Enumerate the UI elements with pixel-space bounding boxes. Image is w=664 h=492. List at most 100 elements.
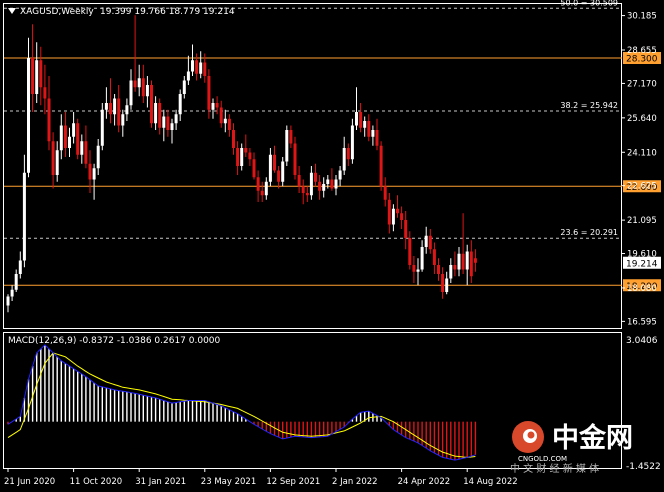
candle: [178, 89, 182, 121]
chart-svg[interactable]: 50.0 = 30.50938.2 = 25.94223.6 = 20.291 …: [0, 0, 664, 488]
candle-body: [18, 260, 22, 274]
candle-body: [240, 148, 244, 166]
candle-body: [375, 130, 379, 146]
candle: [379, 141, 383, 191]
candle: [121, 109, 125, 137]
candle-body: [322, 184, 326, 191]
candle-body: [400, 213, 404, 220]
candle: [27, 37, 30, 178]
candle: [449, 258, 453, 283]
candle: [424, 226, 428, 254]
candle-body: [441, 274, 445, 292]
candle: [14, 269, 18, 292]
candle-body: [457, 253, 461, 270]
candle-body: [309, 172, 313, 196]
candle-body: [314, 172, 317, 182]
ohlc-header: 19.399 19.766 18.779 19.214: [100, 7, 235, 17]
candle-body: [182, 80, 186, 94]
candle: [39, 46, 43, 106]
candle: [453, 251, 457, 277]
candle: [408, 231, 412, 270]
candle-body: [359, 112, 363, 128]
candle: [260, 181, 264, 202]
candle: [158, 98, 162, 135]
candle: [43, 64, 47, 115]
candle: [297, 166, 301, 193]
price-tick-label: 25.640: [627, 114, 657, 124]
candle: [92, 163, 96, 200]
candle: [191, 44, 194, 76]
price-tick-label: 28.655: [627, 46, 657, 56]
candle-body: [432, 249, 436, 265]
candle: [412, 256, 416, 283]
candle: [334, 175, 338, 196]
candle: [186, 55, 190, 85]
candle: [236, 141, 240, 175]
symbol-dropdown-icon[interactable]: [8, 8, 16, 14]
time-tick-label: 2 Jan 2022: [332, 477, 378, 487]
time-tick-label: 21 Jun 2020: [4, 477, 55, 487]
candle: [51, 132, 55, 189]
candle-body: [92, 168, 96, 180]
candle: [182, 76, 186, 99]
candle-body: [84, 141, 88, 164]
candle-body: [72, 123, 76, 137]
candles: [6, 15, 477, 313]
candle-body: [334, 179, 338, 189]
candle-body: [170, 123, 174, 130]
macd-histogram: [7, 344, 477, 461]
candle: [264, 177, 268, 200]
candle: [240, 143, 244, 171]
candle-body: [326, 179, 330, 184]
candle: [396, 195, 399, 218]
candle-body: [396, 208, 399, 214]
candle-body: [342, 148, 346, 171]
candle: [76, 118, 80, 160]
candle-body: [113, 98, 117, 115]
candle-body: [346, 148, 350, 160]
cngold-slogan: 中 文 财 经 新 媒 体: [510, 462, 599, 475]
candle-body: [39, 60, 43, 88]
time-tick-label: 12 Sep 2021: [266, 477, 320, 487]
symbol-header: XAGUSD,Weekly: [20, 7, 94, 17]
candle-body: [449, 265, 453, 279]
candle-body: [195, 60, 199, 74]
candle: [68, 127, 71, 157]
candle: [96, 139, 100, 175]
price-tick-label: 21.095: [627, 216, 657, 226]
horizontal-levels: 28.30022.60018.200: [4, 52, 661, 292]
candle-body: [244, 148, 248, 153]
time-tick-label: 31 Jan 2021: [135, 477, 186, 487]
candle-body: [379, 145, 383, 187]
candle-body: [297, 175, 301, 187]
candle: [174, 109, 178, 130]
candle-body: [404, 220, 408, 238]
candle: [322, 177, 326, 198]
cngold-brand: 中金网: [552, 422, 633, 454]
candle: [314, 163, 317, 187]
candle-body: [10, 289, 14, 297]
candle-body: [76, 123, 80, 155]
price-tick-label: 30.185: [627, 12, 657, 22]
chart-window[interactable]: 50.0 = 30.509 38.2 = 25.942 23.6 = 20.291 …: [0, 0, 664, 488]
candle-body: [88, 163, 92, 180]
candle: [437, 258, 440, 281]
candle-body: [162, 116, 166, 128]
candle: [256, 170, 260, 202]
candle-body: [461, 253, 465, 270]
candle-body: [273, 154, 276, 171]
candle-body: [387, 199, 391, 225]
candle-body: [350, 125, 354, 160]
candle: [117, 85, 121, 133]
candle-body: [277, 170, 281, 182]
candle: [223, 109, 227, 133]
candle: [293, 136, 297, 180]
candle: [432, 242, 436, 274]
candle: [268, 148, 272, 187]
candle-body: [338, 170, 342, 180]
candle-body: [363, 121, 367, 128]
candle: [219, 100, 223, 128]
macd-axis-bottom-label: -1.4522: [626, 462, 661, 472]
candle-body: [133, 80, 137, 88]
candle: [109, 78, 112, 124]
